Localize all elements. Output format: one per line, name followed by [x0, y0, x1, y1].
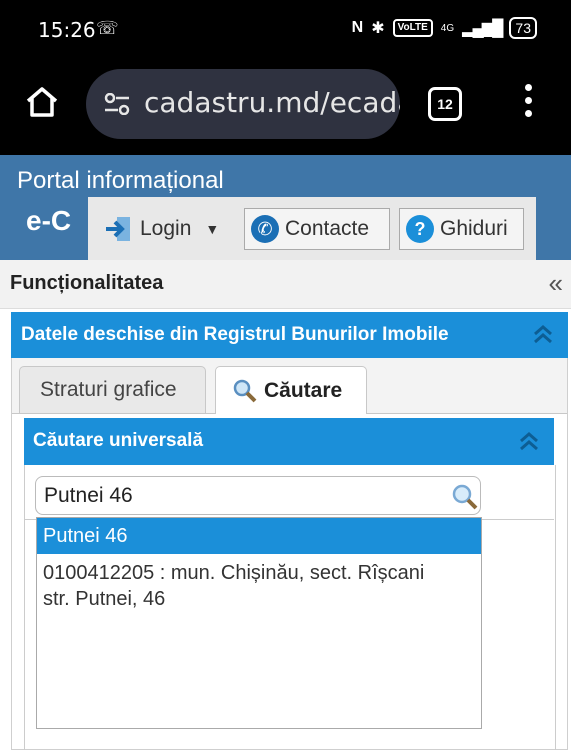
portal-title: Portal informațional: [17, 167, 224, 194]
status-icons: N ✱ VoLTE 4G ▂▄▆█ 73: [352, 17, 537, 39]
address-bar[interactable]: cadastru.md/ecada: [86, 69, 400, 139]
guides-button[interactable]: ? Ghiduri: [399, 208, 524, 250]
battery-icon: 73: [509, 17, 537, 39]
contacts-label: Contacte: [285, 217, 370, 240]
tab-search[interactable]: Căutare: [215, 366, 367, 414]
functionality-title: Funcționalitatea: [10, 272, 164, 294]
bluetooth-icon: ✱: [371, 20, 385, 37]
tab-switcher-button[interactable]: 12: [428, 87, 462, 121]
contacts-button[interactable]: ✆ Contacte: [244, 208, 390, 250]
site-settings-icon[interactable]: [104, 93, 130, 115]
url-text: cadastru.md/ecada: [144, 86, 400, 119]
missed-call-icon: ☏: [96, 18, 119, 38]
help-icon: ?: [406, 215, 434, 243]
nfc-icon: N: [351, 19, 364, 36]
brand-logo: e-C: [26, 205, 72, 236]
guides-label: Ghiduri: [440, 217, 508, 240]
collapse-up-icon[interactable]: [518, 429, 540, 453]
phone-icon: ✆: [251, 215, 279, 243]
functionality-bar: Funcționalitatea «: [0, 260, 571, 309]
login-label: Login: [140, 217, 192, 240]
search-icon: [233, 379, 257, 402]
home-icon[interactable]: [24, 84, 60, 120]
top-menu: Login ▼ ✆ Contacte ? Ghiduri: [88, 197, 536, 261]
universal-search-header[interactable]: Căutare universală: [24, 418, 554, 465]
collapse-left-icon[interactable]: «: [549, 268, 563, 299]
tab-strip: Straturi grafice Căutare: [12, 358, 567, 414]
volte-icon: VoLTE: [392, 19, 433, 37]
login-icon: [106, 217, 130, 241]
tab-label: Straturi grafice: [40, 378, 177, 401]
search-icon[interactable]: [451, 483, 479, 511]
browser-menu-icon[interactable]: [520, 84, 536, 124]
signal-icon: 4G: [440, 22, 455, 34]
suggestion-line: str. Putnei, 46: [43, 588, 166, 610]
tab-graphic-layers[interactable]: Straturi grafice: [19, 366, 206, 413]
suggestion-item[interactable]: Putnei 46: [37, 518, 481, 554]
universal-search-title: Căutare universală: [33, 430, 204, 451]
autocomplete-dropdown: Putnei 46 0100412205 : mun. Chișinău, se…: [36, 517, 482, 729]
suggestion-line: 0100412205 : mun. Chișinău, sect. Rîșcan…: [43, 562, 425, 584]
signal-bars-icon: ▂▄▆█: [462, 20, 503, 37]
browser-toolbar: cadastru.md/ecada 12: [0, 60, 571, 155]
login-button[interactable]: Login ▼: [98, 208, 236, 250]
status-bar: 15:26 ☏ N ✱ VoLTE 4G ▂▄▆█ 73: [0, 0, 571, 60]
search-input[interactable]: [35, 476, 481, 515]
suggestion-item[interactable]: 0100412205 : mun. Chișinău, sect. Rîșcan…: [37, 560, 481, 612]
status-time: 15:26: [38, 18, 96, 42]
panel-header[interactable]: Datele deschise din Registrul Bunurilor …: [11, 312, 568, 358]
caret-down-icon: ▼: [205, 221, 220, 237]
collapse-up-icon[interactable]: [532, 322, 554, 346]
tab-label: Căutare: [264, 378, 343, 402]
panel-title: Datele deschise din Registrul Bunurilor …: [21, 324, 449, 345]
